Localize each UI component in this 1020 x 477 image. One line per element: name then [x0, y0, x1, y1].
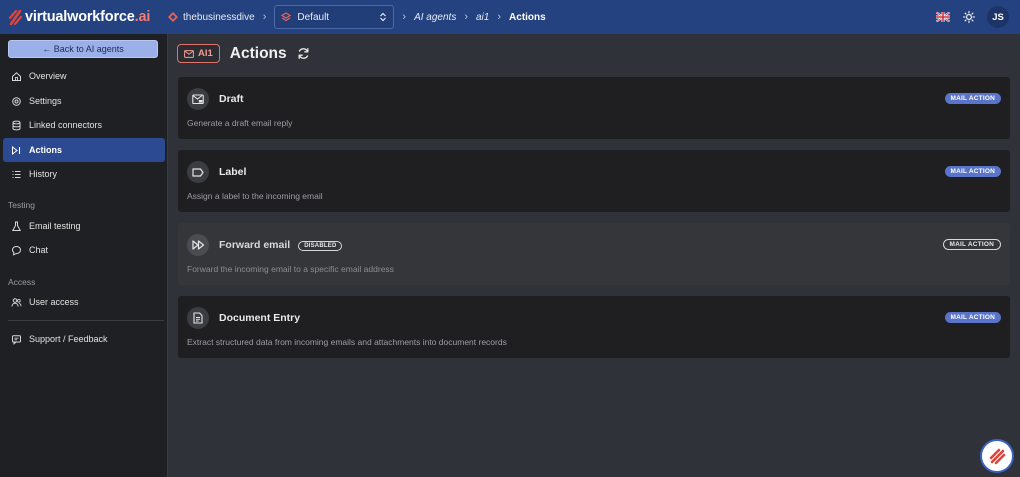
- uk-flag-icon[interactable]: [936, 12, 950, 22]
- home-icon: [10, 70, 22, 82]
- chevron-right-icon: ›: [262, 11, 267, 23]
- sidebar-item-label: Actions: [29, 145, 63, 155]
- page-header: AI1 Actions: [177, 44, 310, 63]
- sidebar-item-label: Email testing: [29, 221, 81, 231]
- support-chat-button[interactable]: [980, 439, 1014, 473]
- sidebar-item-label: Support / Feedback: [29, 334, 108, 344]
- chat-icon: [10, 244, 22, 256]
- chevron-right-icon: ›: [402, 11, 407, 23]
- top-bar: virtualworkforce.ai thebusinessdive › De…: [0, 0, 1020, 34]
- action-title: Draft: [219, 93, 244, 105]
- action-title: Document Entry: [219, 312, 301, 324]
- action-card-forward-email[interactable]: Forward email DISABLED Forward the incomi…: [178, 223, 1010, 285]
- top-right-controls: JS: [936, 6, 1009, 28]
- database-icon: [10, 119, 22, 131]
- main-content: AI1 Actions Draft Generate a draft email…: [168, 34, 1020, 477]
- label-icon: [187, 161, 209, 183]
- layers-icon: [281, 12, 292, 22]
- breadcrumb-current: Actions: [509, 11, 546, 23]
- breadcrumb-ai-agents[interactable]: AI agents: [414, 12, 456, 23]
- agent-badge: AI1: [177, 44, 220, 63]
- sidebar-item-linked-connectors[interactable]: Linked connectors: [3, 114, 165, 136]
- action-title: Label: [219, 166, 247, 178]
- agent-badge-label: AI1: [198, 48, 213, 59]
- action-description: Forward the incoming email to a specific…: [187, 264, 394, 274]
- chevron-right-icon: ›: [464, 11, 468, 23]
- logo-suffix: .ai: [134, 9, 151, 25]
- action-title: Forward email: [219, 239, 291, 251]
- sidebar-item-label: History: [29, 169, 58, 179]
- action-description: Assign a label to the incoming email: [187, 191, 323, 201]
- sidebar: ← Back to AI agents Overview Settings Li…: [0, 34, 168, 477]
- section-label-access: Access: [8, 277, 36, 287]
- action-description: Generate a draft email reply: [187, 118, 293, 128]
- logo-text: virtualworkforce: [25, 9, 135, 25]
- theme-toggle-sun-icon[interactable]: [963, 11, 975, 23]
- sidebar-item-actions[interactable]: Actions: [3, 138, 165, 162]
- sidebar-item-overview[interactable]: Overview: [3, 65, 165, 87]
- mail-action-tag: MAIL ACTION: [944, 93, 1001, 104]
- environment-value: Default: [297, 11, 330, 23]
- logo-mark-icon: [9, 9, 22, 25]
- sidebar-divider: [8, 320, 164, 321]
- back-to-ai-agents-button[interactable]: ← Back to AI agents: [8, 40, 158, 58]
- sidebar-item-settings[interactable]: Settings: [3, 90, 165, 112]
- sidebar-item-history[interactable]: History: [3, 163, 165, 185]
- sidebar-item-support-feedback[interactable]: Support / Feedback: [3, 328, 165, 350]
- flask-icon: [10, 220, 22, 232]
- app-logo[interactable]: virtualworkforce.ai: [9, 9, 164, 25]
- section-label-testing: Testing: [8, 200, 35, 210]
- list-icon: [10, 168, 22, 180]
- chevron-right-icon: ›: [497, 11, 502, 23]
- environment-select[interactable]: Default: [274, 5, 395, 29]
- page-title: Actions: [229, 44, 287, 62]
- action-icon: [10, 144, 22, 156]
- brand-logo-icon: [989, 448, 1006, 465]
- mail-action-tag: MAIL ACTION: [944, 166, 1001, 177]
- feedback-icon: [10, 333, 22, 345]
- refresh-icon[interactable]: [297, 47, 310, 60]
- breadcrumb: thebusinessdive › Default › AI agents › …: [164, 5, 546, 29]
- action-card-draft[interactable]: Draft Generate a draft email reply MAIL …: [178, 77, 1010, 139]
- sidebar-item-label: Overview: [29, 71, 67, 81]
- mail-action-tag: MAIL ACTION: [942, 239, 1001, 250]
- sidebar-item-label: Chat: [29, 245, 49, 255]
- org-icon: [168, 12, 178, 22]
- action-card-document-entry[interactable]: Document Entry Extract structured data f…: [178, 296, 1010, 358]
- sidebar-item-chat[interactable]: Chat: [3, 239, 165, 261]
- action-description: Extract structured data from incoming em…: [187, 337, 507, 347]
- draft-mail-icon: [187, 88, 209, 110]
- mail-action-tag: MAIL ACTION: [944, 312, 1001, 323]
- chevron-up-down-icon: [380, 12, 387, 22]
- disabled-badge: DISABLED: [298, 241, 343, 251]
- users-icon: [10, 296, 22, 308]
- sidebar-item-label: Linked connectors: [29, 120, 103, 130]
- user-avatar[interactable]: JS: [987, 6, 1009, 28]
- forward-icon: [187, 234, 209, 256]
- mail-icon: [184, 49, 194, 58]
- sidebar-item-user-access[interactable]: User access: [3, 291, 165, 313]
- document-icon: [187, 307, 209, 329]
- breadcrumb-agent[interactable]: ai1: [476, 12, 489, 23]
- sidebar-item-label: Settings: [29, 96, 62, 106]
- gear-icon: [10, 95, 22, 107]
- sidebar-item-email-testing[interactable]: Email testing: [3, 215, 165, 237]
- action-title-row: Forward email DISABLED: [219, 239, 343, 252]
- breadcrumb-org[interactable]: thebusinessdive: [168, 12, 255, 23]
- sidebar-item-label: User access: [29, 297, 79, 307]
- breadcrumb-org-label: thebusinessdive: [183, 11, 255, 23]
- action-card-label[interactable]: Label Assign a label to the incoming ema…: [178, 150, 1010, 212]
